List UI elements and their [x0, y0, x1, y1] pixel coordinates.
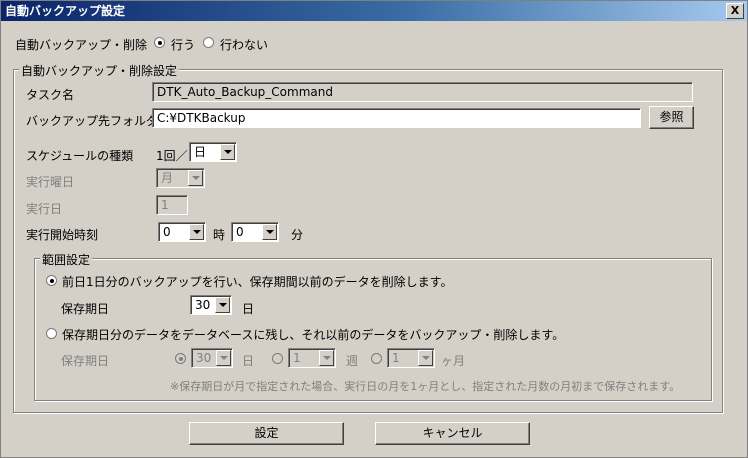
weekday-select: 月 [156, 168, 205, 188]
auto-backup-no-radio[interactable] [203, 37, 214, 48]
range-option2-radio[interactable] [46, 328, 57, 339]
retention2-months-unit: ヶ月 [441, 354, 466, 368]
auto-backup-yes-radio[interactable] [154, 37, 165, 48]
task-name-label: タスク名 [26, 88, 75, 102]
day-label: 実行日 [26, 202, 63, 216]
retention2-weeks-unit: 週 [346, 354, 359, 368]
window-title: 自動バックアップ設定 [5, 4, 126, 18]
retention1-value: 30 [195, 298, 211, 312]
auto-backup-label: 自動バックアップ・削除 [15, 38, 148, 52]
minute-unit: 分 [291, 228, 304, 242]
retention1-unit: 日 [242, 302, 255, 316]
schedule-type-select[interactable]: 日 [189, 142, 237, 162]
schedule-type-label: スケジュールの種類 [26, 149, 134, 163]
retention2-days-unit: 日 [242, 354, 255, 368]
start-hour-value: 0 [163, 225, 171, 239]
chevron-down-icon[interactable] [215, 297, 230, 313]
backup-folder-input[interactable]: C:¥DTKBackup [152, 108, 641, 128]
retention-note: ※保存期日が月で指定された場合、実行日の月を1ヶ月とし、指定された月数の月初まで… [170, 380, 681, 393]
day-field: 1 [156, 195, 188, 215]
start-minute-select[interactable]: 0 [231, 222, 279, 242]
retention2-weeks-select: 1 [288, 348, 336, 368]
auto-backup-yes-label[interactable]: 行う [171, 36, 195, 53]
retention2-months-select: 1 [387, 348, 435, 368]
backup-folder-label: バックアップ先フォルダ [26, 114, 159, 128]
retention2-months-value: 1 [392, 351, 400, 365]
range-group-legend: 範囲設定 [40, 251, 93, 268]
retention2-label: 保存期日 [61, 354, 110, 368]
retention2-weeks-radio [272, 353, 283, 364]
chevron-down-icon [319, 350, 334, 366]
weekday-value: 月 [161, 171, 174, 185]
auto-backup-dialog: 自動バックアップ設定 X 自動バックアップ・削除 行う 行わない 自動バックアッ… [0, 0, 748, 458]
start-hour-select[interactable]: 0 [158, 222, 206, 242]
chevron-down-icon[interactable] [220, 144, 235, 160]
schedule-type-prefix: 1回／ [156, 149, 188, 163]
task-name-field: DTK_Auto_Backup_Command [152, 82, 693, 102]
retention2-months-radio [371, 353, 382, 364]
title-bar[interactable]: 自動バックアップ設定 X [1, 1, 747, 21]
ok-button[interactable]: 設定 [189, 422, 344, 445]
weekday-label: 実行曜日 [26, 175, 75, 189]
retention2-days-radio [175, 353, 186, 364]
cancel-button[interactable]: キャンセル [375, 422, 530, 445]
retention1-select[interactable]: 30 [190, 295, 232, 315]
retention1-label: 保存期日 [61, 302, 110, 316]
retention2-days-select: 30 [191, 348, 233, 368]
start-time-label: 実行開始時刻 [26, 228, 99, 242]
retention2-weeks-value: 1 [293, 351, 301, 365]
hour-unit: 時 [213, 228, 226, 242]
retention2-days-value: 30 [196, 351, 212, 365]
schedule-type-value: 日 [194, 145, 207, 159]
chevron-down-icon [216, 350, 231, 366]
chevron-down-icon [418, 350, 433, 366]
range-option2-label[interactable]: 保存期日分のデータをデータベースに残し、それ以前のデータをバックアップ・削除しま… [62, 326, 564, 343]
chevron-down-icon [188, 170, 203, 186]
start-minute-value: 0 [236, 225, 244, 239]
browse-button[interactable]: 参照 [649, 106, 694, 129]
chevron-down-icon[interactable] [262, 224, 277, 240]
auto-backup-no-label[interactable]: 行わない [220, 36, 268, 53]
range-option1-label[interactable]: 前日1日分のバックアップを行い、保存期間以前のデータを削除します。 [62, 273, 452, 290]
close-button[interactable]: X [726, 3, 744, 19]
range-option1-radio[interactable] [46, 275, 57, 286]
settings-group-legend: 自動バックアップ・削除設定 [19, 62, 180, 79]
chevron-down-icon[interactable] [189, 224, 204, 240]
